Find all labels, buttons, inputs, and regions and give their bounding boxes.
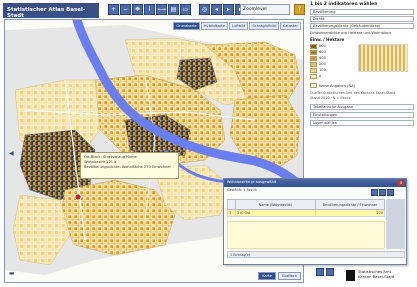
tab-grundkarte[interactable]: Grundkarte: [173, 22, 200, 30]
column-header[interactable]: Bevölkerungsdichte / Einwohner: [315, 199, 385, 210]
info-icon[interactable]: i: [144, 4, 155, 15]
column-header[interactable]: [227, 199, 236, 210]
legend-label: 400: [319, 56, 326, 60]
tab-hybridkarte[interactable]: Hybridkarte: [200, 22, 228, 30]
indicator-select-indicator[interactable]: Bevölkerungsdichte (Gebäudeblöcke): [310, 23, 414, 29]
indicator-select-theme[interactable]: Bevölkerung: [310, 9, 414, 15]
app-title: Statistischer Atlas Basel-Stadt: [3, 3, 99, 19]
legend-swatch: [310, 61, 317, 67]
panel-title: 1 bis 2 indikatoren wählen: [310, 2, 378, 7]
karte-button[interactable]: Karte: [258, 272, 276, 280]
basel-logo-icon: [346, 270, 355, 281]
legend-label: 100: [319, 68, 326, 72]
tab-schraegluftbild[interactable]: Schräglufbild: [249, 22, 279, 30]
zoom-in-icon[interactable]: +: [108, 4, 119, 15]
column-header[interactable]: Name (Wohnbezirk): [235, 199, 316, 210]
map-tooltip: Ort-Block: Strassenzug Name Wohnbezirk 1…: [80, 152, 179, 179]
table-cell: 270: [315, 209, 385, 217]
legend-swatch: [310, 49, 317, 55]
data-window-title: Wohnbezirke je ausgewählt: [227, 180, 277, 184]
zoom-out-icon[interactable]: −: [120, 4, 131, 15]
legend-na-label: Keine Angaben (NA): [319, 83, 356, 88]
legend-swatch: [310, 73, 317, 79]
layer-select[interactable]: Layer wählen: [310, 120, 414, 126]
legend-na-item: Keine Angaben (NA): [310, 83, 355, 88]
legend-histogram: [358, 44, 408, 72]
data-window-tools: [371, 189, 394, 196]
zoom-level-select[interactable]: Zoomlevel: [240, 4, 290, 15]
legend-item: 0: [310, 73, 326, 79]
legend-label: 200: [319, 62, 326, 66]
table-cell: 1: [227, 209, 236, 217]
table-empty-area: [227, 221, 385, 249]
facebook-icon[interactable]: [316, 268, 324, 276]
indicator-panel: 1 bis 2 indikatoren wählen Bevölkerung D…: [308, 0, 417, 200]
toolbar: + − ✥ i ⟷ ▤ ▭ ◎ ◂ ▸ ▪ ≡: [108, 4, 258, 16]
legend-swatch: [310, 43, 317, 49]
tooltip-line-3: Bevölkerungsdichte: Wohnfläche 270 Einwo…: [84, 165, 171, 169]
legend-label: 0: [319, 74, 322, 78]
mail-icon[interactable]: [326, 268, 334, 276]
map-type-tabs: Grundkarte Hybridkarte Luftbild Schräglu…: [173, 22, 301, 30]
table-row[interactable]: 1 1 Kl Gut 270: [227, 209, 385, 217]
view-toggle: Karte Grafiken: [258, 272, 301, 280]
full-extent-icon[interactable]: ◎: [199, 4, 210, 15]
legend-na-swatch: [310, 83, 317, 88]
select-icon[interactable]: ▭: [180, 4, 191, 15]
help-icon[interactable]: ?: [294, 4, 305, 15]
grafiken-button[interactable]: Grafiken: [277, 272, 301, 280]
print-icon[interactable]: [379, 189, 386, 196]
selected-location-marker: [74, 193, 82, 201]
indicator-description: Einwohnerdichte pro Hektare und Wohnbloc…: [310, 31, 392, 35]
scale-bar: ▬: [9, 270, 15, 277]
pan-icon[interactable]: ✥: [132, 4, 143, 15]
data-window[interactable]: Wohnbezirke je ausgewählt x Gewählt: 1 B…: [223, 178, 407, 265]
table-cell: 1 Kl Gut: [235, 209, 316, 217]
scrollbar[interactable]: [386, 199, 405, 249]
tab-luftbild[interactable]: Luftbild: [228, 22, 249, 30]
chart-icon[interactable]: [387, 189, 394, 196]
indicator-select-subtheme[interactable]: Dichte: [310, 16, 414, 22]
source-line-2: Stand 2010 · N = Bezirk: [310, 96, 351, 100]
export-icon[interactable]: [371, 189, 378, 196]
legend-title: Einw. / Hektare: [310, 37, 345, 42]
print-icon[interactable]: ▤: [168, 4, 179, 15]
source-line-1: Quelle: Statistisches Amt des Kantons Ba…: [310, 91, 396, 95]
forward-icon[interactable]: ▸: [223, 4, 234, 15]
share-icons: [316, 268, 334, 276]
legend-label: 800: [319, 44, 326, 48]
legend: 800 600 400 200 100 0: [310, 43, 326, 79]
logo-line-2: Kanton Basel-Stadt: [358, 273, 395, 279]
logo-text: Statistisches Amt Kanton Basel-Stadt: [358, 269, 395, 279]
data-table: Name (Wohnbezirk) Bevölkerungsdichte / E…: [227, 199, 385, 217]
app-window: Statistischer Atlas Basel-Stadt + − ✥ i …: [0, 0, 417, 287]
data-window-footer: 1 Eintrag(e): [227, 251, 405, 258]
pan-left-icon[interactable]: ◀: [9, 150, 14, 157]
data-window-titlebar[interactable]: Wohnbezirke je ausgewählt x: [224, 179, 406, 187]
tab-kataster[interactable]: Kataster: [279, 22, 301, 30]
legend-label: 600: [319, 50, 326, 54]
close-icon[interactable]: x: [398, 180, 404, 186]
legend-swatch: [310, 67, 317, 73]
measure-icon[interactable]: ⟷: [156, 4, 167, 15]
back-icon[interactable]: ◂: [211, 4, 222, 15]
table-output-select[interactable]: Tabellarische Ausgabe: [310, 104, 414, 110]
legend-swatch: [310, 55, 317, 61]
settings-select[interactable]: Einstellungen: [310, 112, 414, 118]
